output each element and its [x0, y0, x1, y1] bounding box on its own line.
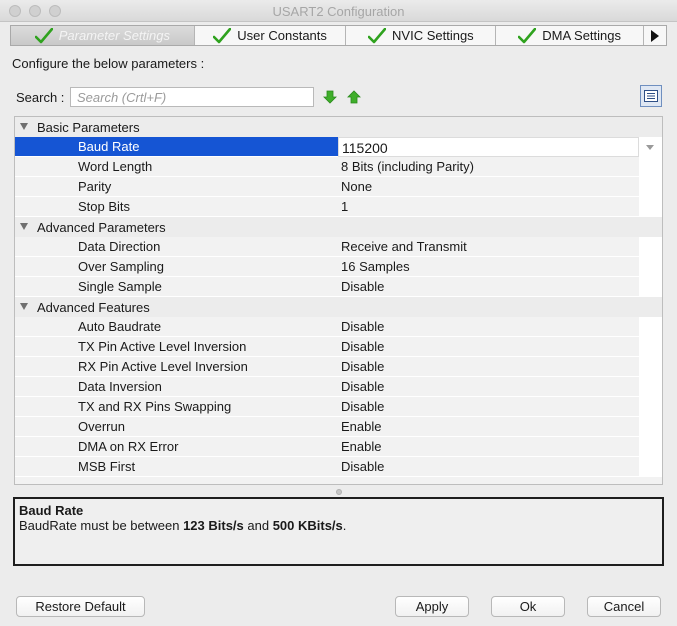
property-name: Baud Rate — [15, 137, 338, 157]
group-title: Advanced Features — [37, 300, 150, 315]
group-advanced-features[interactable]: Advanced Features — [15, 297, 662, 317]
list-view-toggle-button[interactable] — [640, 85, 662, 107]
tab-parameter-settings[interactable]: Parameter Settings — [11, 26, 195, 45]
tab-bar: Parameter Settings User Constants NVIC S… — [10, 25, 667, 46]
arrow-down-icon[interactable] — [322, 89, 338, 105]
description-text: BaudRate must be between 123 Bits/s and … — [19, 518, 658, 534]
property-value[interactable]: Disable — [338, 357, 639, 377]
property-name: MSB First — [15, 457, 338, 477]
property-name: Single Sample — [15, 277, 338, 297]
property-value[interactable]: Disable — [338, 277, 639, 297]
restore-default-button[interactable]: Restore Default — [16, 596, 145, 617]
property-name: Auto Baudrate — [15, 317, 338, 337]
property-name: Data Direction — [15, 237, 338, 257]
triangle-right-icon — [651, 29, 660, 42]
property-grid: Basic Parameters Baud Rate 115200 Word L… — [14, 116, 663, 485]
tab-dma-settings[interactable]: DMA Settings — [496, 26, 645, 45]
property-name: Stop Bits — [15, 197, 338, 217]
expand-triangle-icon[interactable] — [20, 123, 28, 130]
splitter-handle[interactable] — [336, 489, 342, 495]
list-view-icon — [644, 90, 658, 102]
search-label: Search : — [16, 90, 65, 105]
property-value[interactable]: Disable — [338, 457, 639, 477]
tab-label: Parameter Settings — [58, 28, 170, 43]
check-icon — [213, 27, 232, 43]
property-value[interactable]: None — [338, 177, 639, 197]
description-text-middle: and — [243, 518, 273, 533]
tab-label: DMA Settings — [542, 28, 622, 43]
arrow-up-icon[interactable] — [346, 89, 362, 105]
property-name: Parity — [15, 177, 338, 197]
tab-label: User Constants — [237, 28, 327, 43]
apply-button[interactable]: Apply — [395, 596, 469, 617]
tab-scroll-right-button[interactable] — [644, 26, 666, 45]
group-title: Advanced Parameters — [37, 220, 166, 235]
property-value[interactable]: Disable — [338, 377, 639, 397]
group-advanced-parameters[interactable]: Advanced Parameters — [15, 217, 662, 237]
property-row-dma-on-rx-error[interactable]: DMA on RX Error Enable — [15, 437, 662, 457]
tab-label: NVIC Settings — [392, 28, 474, 43]
search-input[interactable] — [70, 87, 314, 107]
expand-triangle-icon[interactable] — [20, 303, 28, 310]
configure-label: Configure the below parameters : — [12, 56, 205, 71]
property-name: Over Sampling — [15, 257, 338, 277]
description-max-value: 500 KBits/s — [272, 518, 343, 533]
property-row-pins-swapping[interactable]: TX and RX Pins Swapping Disable — [15, 397, 662, 417]
property-name: TX Pin Active Level Inversion — [15, 337, 338, 357]
group-basic-parameters[interactable]: Basic Parameters — [15, 117, 662, 137]
description-text-prefix: BaudRate must be between — [19, 518, 184, 533]
property-value[interactable]: 16 Samples — [338, 257, 639, 277]
tab-nvic-settings[interactable]: NVIC Settings — [346, 26, 497, 45]
property-value[interactable]: 1 — [338, 197, 639, 217]
window-title: USART2 Configuration — [272, 4, 405, 19]
property-value[interactable]: Disable — [338, 397, 639, 417]
property-row-single-sample[interactable]: Single Sample Disable — [15, 277, 662, 297]
description-title: Baud Rate — [19, 503, 84, 518]
property-row-data-direction[interactable]: Data Direction Receive and Transmit — [15, 237, 662, 257]
property-row-over-sampling[interactable]: Over Sampling 16 Samples — [15, 257, 662, 277]
property-name: DMA on RX Error — [15, 437, 338, 457]
baud-rate-input[interactable]: 115200 — [338, 137, 639, 157]
property-value[interactable]: Enable — [338, 417, 639, 437]
dropdown-caret-icon[interactable] — [646, 145, 654, 150]
grid-filler — [15, 477, 662, 484]
title-bar: USART2 Configuration — [0, 0, 677, 22]
property-row-msb-first[interactable]: MSB First Disable — [15, 457, 662, 477]
property-row-baud-rate[interactable]: Baud Rate 115200 — [15, 137, 662, 157]
property-value[interactable]: 8 Bits (including Parity) — [338, 157, 639, 177]
check-icon — [368, 27, 387, 43]
check-icon — [34, 27, 53, 43]
property-name: Data Inversion — [15, 377, 338, 397]
ok-button[interactable]: Ok — [491, 596, 565, 617]
description-text-suffix: . — [342, 518, 347, 533]
property-value[interactable]: Disable — [338, 317, 639, 337]
property-value[interactable]: Enable — [338, 437, 639, 457]
expand-triangle-icon[interactable] — [20, 223, 28, 230]
property-row-word-length[interactable]: Word Length 8 Bits (including Parity) — [15, 157, 662, 177]
property-value[interactable]: Receive and Transmit — [338, 237, 639, 257]
property-value[interactable]: Disable — [338, 337, 639, 357]
check-icon — [518, 27, 537, 43]
cancel-button[interactable]: Cancel — [587, 596, 661, 617]
tab-user-constants[interactable]: User Constants — [195, 26, 347, 45]
property-row-overrun[interactable]: Overrun Enable — [15, 417, 662, 437]
property-row-stop-bits[interactable]: Stop Bits 1 — [15, 197, 662, 217]
property-name: Overrun — [15, 417, 338, 437]
property-row-auto-baudrate[interactable]: Auto Baudrate Disable — [15, 317, 662, 337]
group-title: Basic Parameters — [37, 120, 140, 135]
property-row-data-inversion[interactable]: Data Inversion Disable — [15, 377, 662, 397]
property-row-tx-pin-inversion[interactable]: TX Pin Active Level Inversion Disable — [15, 337, 662, 357]
description-min-value: 123 Bits/s — [183, 518, 244, 533]
description-panel: Baud Rate BaudRate must be between 123 B… — [13, 497, 664, 566]
property-name: Word Length — [15, 157, 338, 177]
property-row-rx-pin-inversion[interactable]: RX Pin Active Level Inversion Disable — [15, 357, 662, 377]
property-name: TX and RX Pins Swapping — [15, 397, 338, 417]
property-row-parity[interactable]: Parity None — [15, 177, 662, 197]
property-name: RX Pin Active Level Inversion — [15, 357, 338, 377]
